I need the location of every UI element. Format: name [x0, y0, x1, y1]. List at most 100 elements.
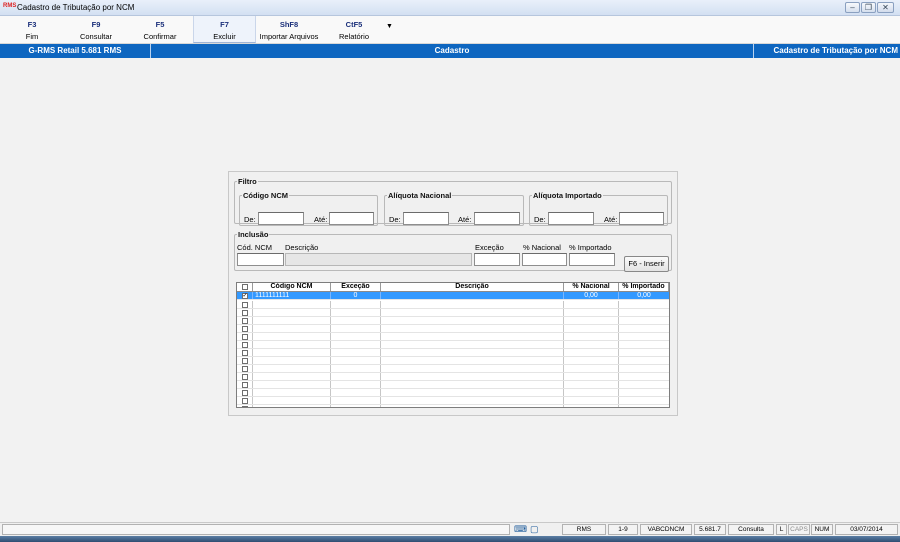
col-codigo-ncm[interactable]: Código NCM: [253, 283, 331, 291]
grid-cell[interactable]: [381, 405, 564, 407]
row-checkbox[interactable]: [241, 342, 248, 348]
grid-cell[interactable]: [253, 349, 331, 356]
grid-cell[interactable]: [253, 365, 331, 372]
codigo-ncm-ate-input[interactable]: [329, 212, 374, 225]
table-row[interactable]: [237, 341, 669, 349]
minimize-icon[interactable]: –: [845, 2, 860, 13]
row-checkbox[interactable]: [241, 374, 248, 380]
clipboard-icon[interactable]: ▢: [530, 524, 539, 535]
row-checkbox[interactable]: [241, 366, 248, 372]
row-checkbox[interactable]: [241, 334, 248, 340]
grid-cell[interactable]: [381, 301, 564, 308]
grid-cell[interactable]: [619, 349, 669, 356]
table-row[interactable]: [237, 365, 669, 373]
grid-cell[interactable]: [331, 301, 381, 308]
grid-cell[interactable]: [619, 397, 669, 404]
keyboard-icon[interactable]: ⌨: [514, 524, 527, 535]
restore-icon[interactable]: ❐: [861, 2, 876, 13]
table-row[interactable]: [237, 325, 669, 333]
row-checkbox[interactable]: [241, 398, 248, 404]
grid-cell[interactable]: [253, 397, 331, 404]
aliquota-importado-ate-input[interactable]: [619, 212, 664, 225]
aliquota-nacional-de-input[interactable]: [403, 212, 449, 225]
table-row[interactable]: [237, 389, 669, 397]
excecao-input[interactable]: [474, 253, 520, 266]
nacional-input[interactable]: [522, 253, 567, 266]
codigo-ncm-de-input[interactable]: [258, 212, 304, 225]
row-checkbox[interactable]: [241, 390, 248, 396]
grid-cell[interactable]: [564, 389, 619, 396]
grid-cell[interactable]: [381, 357, 564, 364]
grid-cell[interactable]: [331, 365, 381, 372]
cell-codigo[interactable]: 1111111111: [253, 292, 331, 299]
grid-cell[interactable]: [619, 301, 669, 308]
grid-cell[interactable]: [619, 333, 669, 340]
grid-cell[interactable]: [619, 365, 669, 372]
row-checkbox[interactable]: [241, 406, 248, 407]
row-check-cell[interactable]: [237, 301, 253, 308]
grid-cell[interactable]: [619, 309, 669, 316]
table-row[interactable]: [237, 381, 669, 389]
grid-cell[interactable]: [381, 317, 564, 324]
cell-descricao[interactable]: [381, 292, 564, 299]
grid-cell[interactable]: [381, 397, 564, 404]
row-checkbox[interactable]: [241, 318, 248, 324]
grid-cell[interactable]: [381, 309, 564, 316]
grid-cell[interactable]: [564, 357, 619, 364]
col-descricao[interactable]: Descrição: [381, 283, 564, 291]
close-icon[interactable]: ✕: [877, 2, 894, 13]
table-row[interactable]: [237, 317, 669, 325]
grid-cell[interactable]: [619, 405, 669, 407]
grid-cell[interactable]: [331, 333, 381, 340]
grid-cell[interactable]: [619, 341, 669, 348]
table-row[interactable]: [237, 405, 669, 407]
row-check-cell[interactable]: [237, 317, 253, 324]
grid-cell[interactable]: [331, 309, 381, 316]
grid-cell[interactable]: [253, 301, 331, 308]
row-check-cell[interactable]: [237, 389, 253, 396]
importar-arquivos-button[interactable]: ShF8 Importar Arquivos: [256, 16, 322, 43]
aliquota-importado-de-input[interactable]: [548, 212, 594, 225]
table-row[interactable]: [237, 397, 669, 405]
grid-cell[interactable]: [381, 389, 564, 396]
grid-cell[interactable]: [331, 381, 381, 388]
grid-cell[interactable]: [381, 365, 564, 372]
row-check-cell[interactable]: [237, 381, 253, 388]
grid-cell[interactable]: [253, 373, 331, 380]
consultar-button[interactable]: F9 Consultar: [64, 16, 128, 43]
grid-cell[interactable]: [331, 341, 381, 348]
grid-cell[interactable]: [619, 317, 669, 324]
ncm-grid[interactable]: Código NCM Exceção Descrição % Nacional …: [236, 282, 670, 408]
grid-cell[interactable]: [564, 309, 619, 316]
grid-cell[interactable]: [253, 309, 331, 316]
table-row[interactable]: [237, 357, 669, 365]
grid-cell[interactable]: [564, 397, 619, 404]
table-row[interactable]: [237, 373, 669, 381]
row-checkbox[interactable]: [241, 358, 248, 364]
grid-cell[interactable]: [564, 365, 619, 372]
row-check-cell[interactable]: [237, 309, 253, 316]
grid-cell[interactable]: [381, 373, 564, 380]
cod-ncm-input[interactable]: [237, 253, 284, 266]
excluir-button[interactable]: F7 Excluir: [193, 16, 256, 43]
grid-cell[interactable]: [381, 325, 564, 332]
fim-button[interactable]: F3 Fim: [0, 16, 64, 43]
grid-cell[interactable]: [564, 317, 619, 324]
table-row[interactable]: [237, 309, 669, 317]
grid-cell[interactable]: [331, 349, 381, 356]
grid-cell[interactable]: [564, 341, 619, 348]
col-excecao[interactable]: Exceção: [331, 283, 381, 291]
row-check-cell[interactable]: [237, 325, 253, 332]
row-check-cell[interactable]: [237, 397, 253, 404]
grid-cell[interactable]: [331, 373, 381, 380]
grid-cell[interactable]: [564, 325, 619, 332]
row-checkbox[interactable]: [241, 310, 248, 316]
table-row[interactable]: ✓ 1111111111 0 0,00 0,00: [237, 292, 669, 300]
row-check-cell[interactable]: [237, 349, 253, 356]
grid-cell[interactable]: [564, 301, 619, 308]
grid-cell[interactable]: [564, 349, 619, 356]
grid-cell[interactable]: [253, 341, 331, 348]
table-row[interactable]: [237, 333, 669, 341]
grid-cell[interactable]: [619, 381, 669, 388]
row-check-cell[interactable]: [237, 357, 253, 364]
